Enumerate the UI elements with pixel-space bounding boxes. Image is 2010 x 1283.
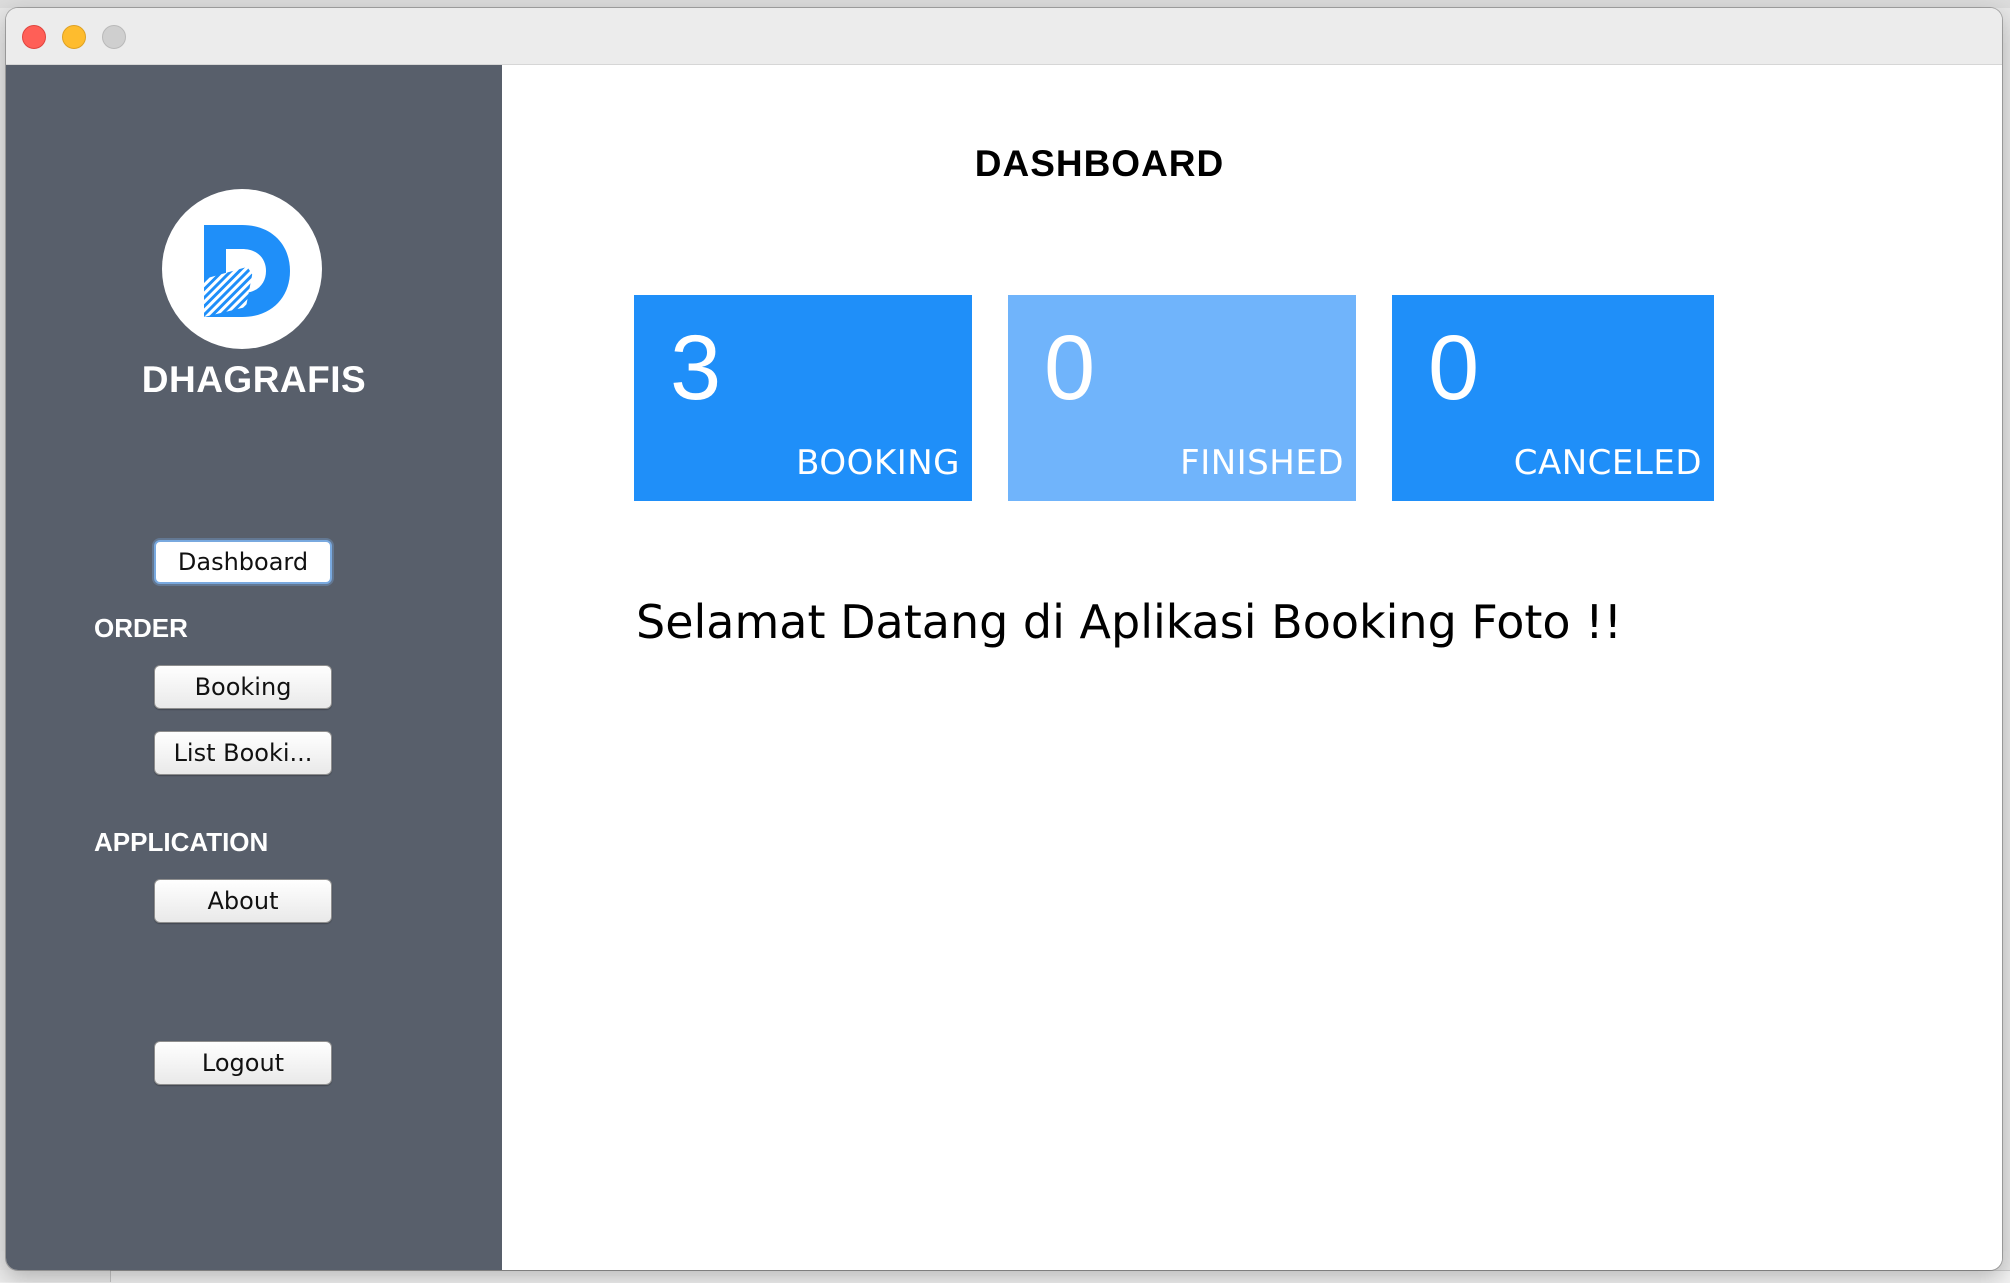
- logout-button[interactable]: Logout: [154, 1041, 332, 1085]
- brand-logo: [162, 189, 322, 349]
- dashboard-button[interactable]: Dashboard: [154, 540, 332, 584]
- sidebar: DHAGRAFIS Dashboard ORDER Booking List B…: [6, 65, 502, 1270]
- ide-editor-strip: [0, 1270, 2010, 1283]
- stat-card-canceled[interactable]: 0 CANCELED: [1392, 295, 1714, 501]
- list-booking-button[interactable]: List Booki...: [154, 731, 332, 775]
- stat-label: BOOKING: [796, 443, 960, 483]
- welcome-message: Selamat Datang di Aplikasi Booking Foto …: [636, 595, 1623, 649]
- about-button[interactable]: About: [154, 879, 332, 923]
- page-title: DASHBOARD: [974, 143, 1225, 184]
- ide-toolbar-strip: [0, 0, 2010, 8]
- order-section-label: ORDER: [94, 613, 188, 643]
- stat-card-booking[interactable]: 3 BOOKING: [634, 295, 972, 501]
- stat-label: FINISHED: [1180, 443, 1344, 483]
- ide-line-gutter: [0, 1270, 111, 1282]
- application-section-label: APPLICATION: [94, 827, 269, 857]
- stat-card-finished[interactable]: 0 FINISHED: [1008, 295, 1356, 501]
- stat-value: 3: [670, 317, 722, 419]
- main-content: DASHBOARD 3 BOOKING 0 FINISHED 0 CANCELE…: [502, 65, 2002, 1270]
- stat-value: 0: [1428, 317, 1480, 419]
- minimize-window-icon[interactable]: [62, 25, 86, 49]
- dhagrafis-d-logo-icon: [204, 225, 290, 317]
- brand-name: DHAGRAFIS: [141, 359, 367, 400]
- app-window: DHAGRAFIS Dashboard ORDER Booking List B…: [6, 8, 2002, 1270]
- close-window-icon[interactable]: [22, 25, 46, 49]
- stat-value: 0: [1044, 317, 1096, 419]
- window-titlebar[interactable]: [6, 8, 2002, 65]
- stat-label: CANCELED: [1513, 443, 1702, 483]
- booking-button[interactable]: Booking: [154, 665, 332, 709]
- maximize-window-icon[interactable]: [102, 25, 126, 49]
